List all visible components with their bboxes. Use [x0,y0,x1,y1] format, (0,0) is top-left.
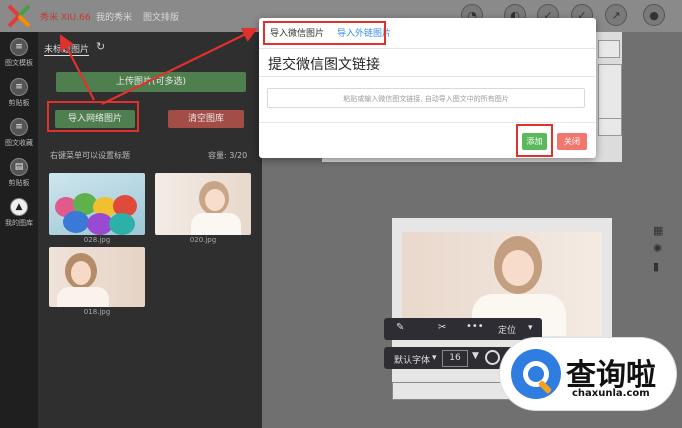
watermark-url: chaxunla.com [572,388,650,399]
search-logo-icon [511,349,561,399]
watermark-badge: 查询啦 chaxunla.com [500,338,676,410]
arrow-up-to-tab [59,34,95,101]
arrow-to-dialog [101,27,258,105]
